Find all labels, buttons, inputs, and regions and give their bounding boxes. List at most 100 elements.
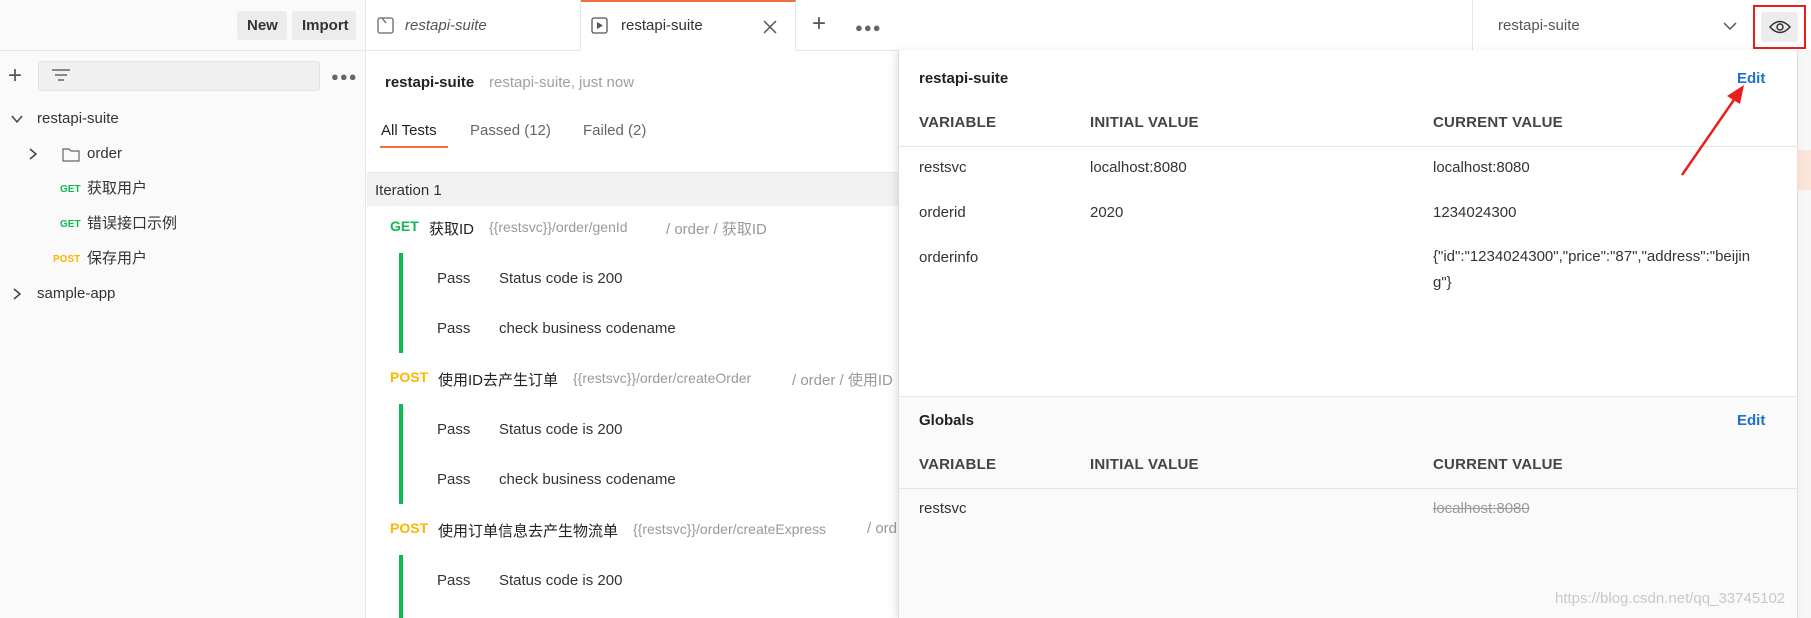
variable-name: orderid: [919, 204, 966, 221]
eye-icon: [1769, 20, 1791, 34]
request-result-row[interactable]: GET 获取ID {{restsvc}}/order/genId / order…: [367, 218, 907, 244]
iteration-header: Iteration 1: [367, 172, 907, 206]
column-header-current: CURRENT VALUE: [1433, 114, 1563, 131]
filter-icon: [52, 69, 70, 81]
current-value: {"id":"1234024300","price":"87","address…: [1433, 248, 1751, 291]
run-subtitle: restapi-suite, just now: [489, 74, 635, 91]
new-tab-icon[interactable]: +: [812, 12, 826, 36]
close-icon[interactable]: [762, 19, 778, 35]
request-url: {{restsvc}}/order/genId: [489, 219, 628, 235]
collection-restapi-suite[interactable]: restapi-suite: [0, 102, 366, 136]
test-status: Pass: [437, 270, 471, 287]
test-name: check business codename: [499, 320, 676, 337]
environment-quick-look-panel: restapi-suite Edit VARIABLE INITIAL VALU…: [898, 50, 1797, 618]
iteration-label: Iteration 1: [375, 182, 442, 199]
request-save-user[interactable]: POST 保存用户: [0, 242, 366, 276]
right-edge-strip: [1797, 50, 1811, 618]
variable-name: restsvc: [919, 500, 967, 517]
edit-globals-link[interactable]: Edit: [1737, 412, 1765, 429]
tab-runner[interactable]: restapi-suite: [581, 0, 796, 51]
tree-item-label: 错误接口示例: [87, 215, 178, 232]
tab-passed[interactable]: Passed (12): [470, 122, 551, 139]
tab-failed[interactable]: Failed (2): [583, 122, 646, 139]
current-value: localhost:8080: [1433, 500, 1530, 517]
request-url: {{restsvc}}/order/createExpress: [633, 521, 826, 537]
column-header-variable: VARIABLE: [919, 114, 997, 131]
runner-results: restapi-suite restapi-suite, just now Al…: [367, 52, 907, 618]
test-name: Status code is 200: [499, 421, 623, 438]
request-url: {{restsvc}}/order/createOrder: [573, 370, 752, 386]
test-name: Status code is 200: [499, 572, 623, 589]
tab-title: restapi-suite: [621, 17, 703, 34]
search-input[interactable]: [38, 61, 320, 91]
test-status: Pass: [437, 572, 471, 589]
tree-item-label: restapi-suite: [37, 110, 119, 127]
run-title: restapi-suite: [385, 74, 475, 91]
column-header-variable: VARIABLE: [919, 456, 997, 473]
chevron-down-icon: [1723, 22, 1737, 31]
initial-value: localhost:8080: [1090, 159, 1187, 176]
request-result-row[interactable]: POST 使用订单信息去产生物流单 {{restsvc}}/order/crea…: [367, 520, 907, 546]
pass-indicator: [399, 253, 403, 353]
chevron-down-icon: [11, 115, 23, 124]
divider: [899, 396, 1797, 397]
test-status: Pass: [437, 471, 471, 488]
runner-icon: [591, 17, 608, 34]
edit-environment-link[interactable]: Edit: [1737, 70, 1765, 87]
request-name: 使用订单信息去产生物流单: [438, 523, 619, 540]
tree-item-label: 获取用户: [87, 180, 148, 197]
folder-icon: [62, 148, 80, 162]
test-status: Pass: [437, 320, 471, 337]
more-icon[interactable]: ●●●: [331, 69, 358, 84]
sidebar-header: New Import: [0, 0, 366, 51]
tab-collection[interactable]: restapi-suite: [367, 0, 581, 51]
environment-quick-look-button[interactable]: [1753, 5, 1806, 49]
eye-button-bg: [1761, 12, 1798, 42]
method-badge: GET: [390, 218, 419, 234]
method-badge: POST: [53, 254, 81, 265]
request-result-row[interactable]: POST 使用ID去产生订单 {{restsvc}}/order/createO…: [367, 369, 907, 395]
test-name: check business codename: [499, 471, 676, 488]
method-badge: POST: [390, 369, 429, 385]
collection-sample-app[interactable]: sample-app: [0, 277, 366, 311]
column-header-initial: INITIAL VALUE: [1090, 456, 1199, 473]
column-header-initial: INITIAL VALUE: [1090, 114, 1199, 131]
column-header-current: CURRENT VALUE: [1433, 456, 1563, 473]
tree-item-label: sample-app: [37, 285, 116, 302]
postman-app: New Import + ●●● restapi-suite order GET…: [0, 0, 1811, 618]
method-badge: POST: [390, 520, 429, 536]
request-path: / ord: [867, 520, 898, 537]
more-icon[interactable]: ●●●: [855, 20, 882, 35]
folder-order[interactable]: order: [0, 137, 366, 171]
request-path: / order / 使用ID: [792, 372, 893, 389]
collection-icon: [377, 17, 394, 34]
tree-item-label: order: [87, 145, 123, 162]
request-name: 使用ID去产生订单: [438, 372, 559, 389]
request-get-user[interactable]: GET 获取用户: [0, 172, 366, 206]
request-error-example[interactable]: GET 错误接口示例: [0, 207, 366, 241]
active-tab-indicator: [380, 146, 448, 148]
import-button[interactable]: Import: [292, 11, 356, 40]
test-name: Status code is 200: [499, 270, 623, 287]
environment-select-value: restapi-suite: [1498, 17, 1580, 34]
background-highlight: [1797, 150, 1811, 190]
method-badge: GET: [60, 219, 81, 230]
request-path: / order / 获取ID: [666, 221, 767, 238]
request-name: 获取ID: [429, 221, 475, 238]
variable-name: orderinfo: [919, 249, 979, 266]
pass-indicator: [399, 555, 403, 618]
pass-indicator: [399, 404, 403, 504]
test-status: Pass: [437, 421, 471, 438]
chevron-right-icon: [13, 288, 22, 300]
tab-title: restapi-suite: [405, 17, 487, 34]
tab-all-tests[interactable]: All Tests: [381, 122, 437, 139]
environment-select[interactable]: restapi-suite: [1472, 0, 1751, 51]
environment-title: restapi-suite: [919, 70, 1009, 87]
current-value: localhost:8080: [1433, 159, 1530, 176]
variable-name: restsvc: [919, 159, 967, 176]
new-button[interactable]: New: [237, 11, 287, 40]
initial-value: 2020: [1090, 204, 1124, 221]
sidebar: New Import + ●●● restapi-suite order GET…: [0, 0, 366, 618]
divider: [899, 146, 1797, 147]
plus-icon[interactable]: +: [8, 64, 22, 88]
